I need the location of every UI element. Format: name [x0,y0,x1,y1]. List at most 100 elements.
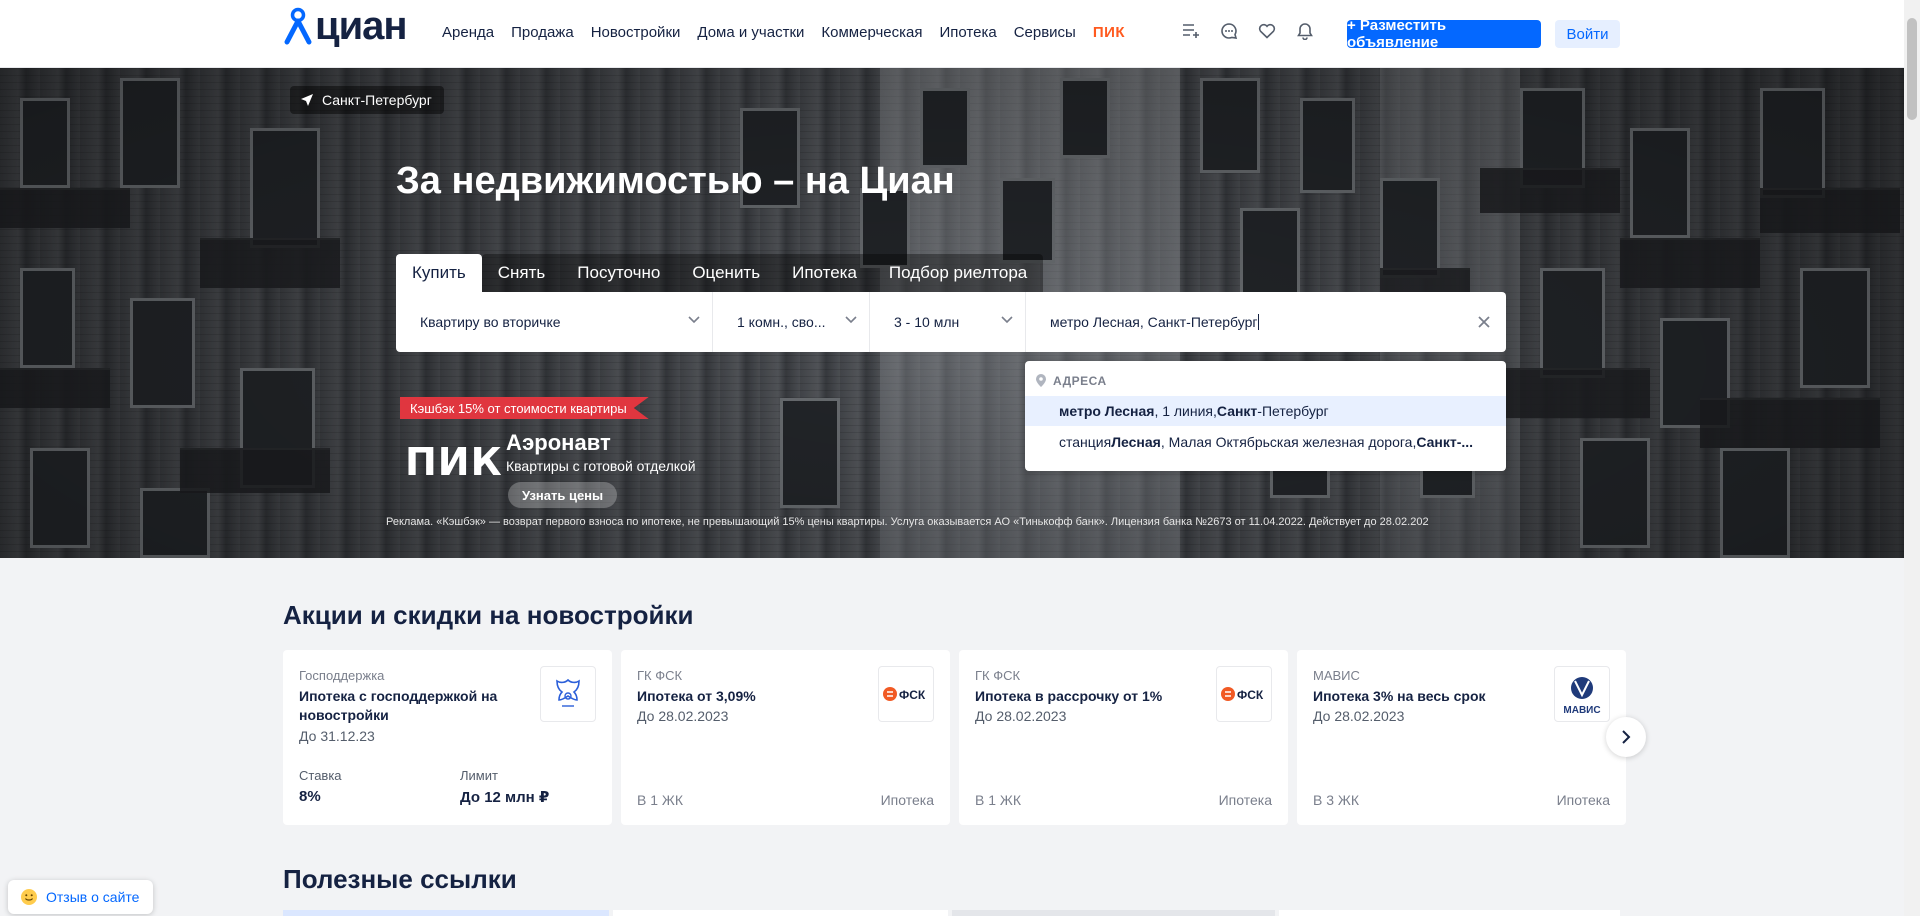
logo-person-icon [283,6,313,46]
svg-text:ФСК: ФСК [899,688,926,702]
post-ad-button[interactable]: + Разместить объявление [1347,17,1541,51]
carousel-next-button[interactable] [1606,717,1646,757]
scrollbar-thumb[interactable] [1907,18,1917,120]
suggestion-item[interactable]: метро Лесная, 1 линия, Санкт -Петербург [1025,396,1506,426]
chevron-down-icon [1001,316,1013,324]
card-name: Ипотека в рассрочку от 1% [975,688,1163,704]
nav-servisy[interactable]: Сервисы [1014,24,1076,41]
site-header: циан Аренда Продажа Новостройки Дома и у… [0,0,1904,68]
chevron-down-icon [845,316,857,324]
card-date: До 28.02.2023 [1313,708,1405,724]
promo-card[interactable]: МАВИС Ипотека 3% на весь срок До 28.02.2… [1297,650,1626,825]
link-card[interactable] [1279,910,1620,916]
tab-otsenit[interactable]: Оценить [676,254,777,292]
fsk-logo: ФСК [878,666,934,722]
cashback-ribbon[interactable]: Кэшбэк 15% от стоимости квартиры [400,397,649,419]
location-input[interactable]: метро Лесная, Санкт-Петербург [1026,292,1506,352]
suggestion-text: , 1 линия, [1154,403,1217,419]
suggestion-match: Санкт-... [1416,434,1474,450]
link-card[interactable] [613,910,948,916]
link-card[interactable] [952,910,1275,916]
fsk-logo: ФСК [1216,666,1272,722]
card-footer-right: Ипотека [1556,792,1610,808]
rate-value: 8% [299,788,321,805]
chat-icon[interactable] [1218,20,1240,42]
useful-links-title: Полезные ссылки [283,864,517,894]
nav-novostroyki[interactable]: Новостройки [591,24,681,41]
chevron-right-icon [1622,730,1631,744]
card-footer-right: Ипотека [1218,792,1272,808]
promo-legal-text: Реклама. «Кэшбэк» — возврат первого взно… [386,516,1429,528]
tab-snyat[interactable]: Снять [481,254,562,292]
nav-pik[interactable]: ПИК [1093,24,1125,41]
smile-icon [21,889,37,905]
map-pin-icon [1036,374,1046,387]
link-card[interactable] [283,910,609,916]
card-footer-left: В 1 ЖК [975,792,1021,808]
svg-text:ФСК: ФСК [1237,688,1264,702]
nav-kommercheskaya[interactable]: Коммерческая [821,24,922,41]
login-button[interactable]: Войти [1555,20,1620,48]
site-feedback-button[interactable]: Отзыв о сайте [8,880,154,914]
promo-card[interactable]: Господдержка Ипотека с господдержкой на … [283,650,612,825]
card-name: Ипотека от 3,09% [637,688,756,704]
card-category: Господдержка [299,668,385,683]
tab-podbor-rieltora[interactable]: Подбор риелтора [872,254,1044,292]
suggestion-text: -Петербург [1257,403,1329,419]
hero-banner: Санкт-Петербург За недвижимостью – на Ци… [0,68,1904,558]
logo-text: циан [315,4,408,48]
main-nav: Аренда Продажа Новостройки Дома и участк… [442,24,1142,41]
card-category: ГК ФСК [637,668,683,683]
price-value: 3 - 10 млн [894,314,960,330]
compare-list-icon[interactable] [1180,20,1202,42]
nav-doma[interactable]: Дома и участки [697,24,804,41]
location-value: метро Лесная, Санкт-Петербург [1050,314,1258,330]
suggestion-match: Санкт [1216,403,1258,419]
text-caret [1258,314,1260,330]
city-selector[interactable]: Санкт-Петербург [290,86,444,114]
header-icons [1180,20,1316,42]
suggestion-text: станция [1059,434,1112,450]
chevron-down-icon [688,316,700,324]
promotions-title: Акции и скидки на новостройки [283,600,694,630]
property-type-value: Квартиру во вторичке [420,314,561,330]
pik-promo-logo[interactable]: ПИК [405,440,503,484]
svg-text:МАВИС: МАВИС [1563,705,1600,716]
card-name: Ипотека с господдержкой на новостройки [299,688,498,723]
rooms-select[interactable]: 1 комн., сво... [713,292,870,352]
suggestions-header: АДРЕСА [1035,373,1107,388]
promo-prices-button[interactable]: Узнать цены [508,482,618,508]
promo-subtitle: Квартиры с готовой отделкой [506,458,696,474]
nav-prodazha[interactable]: Продажа [511,24,574,41]
tab-posutochno[interactable]: Посуточно [561,254,677,292]
card-category: МАВИС [1313,668,1360,683]
suggestion-text: , Малая Октябрьская железная дорога, [1160,434,1417,450]
hero-title: За недвижимостью – на Циан [396,160,955,202]
nav-arenda[interactable]: Аренда [442,24,494,41]
promo-card[interactable]: ГК ФСК Ипотека от 3,09% До 28.02.2023 ФС… [621,650,950,825]
suggestion-match: Лесная [1111,434,1161,450]
close-icon[interactable] [1474,312,1494,332]
cian-logo[interactable]: циан [283,4,408,48]
feedback-label: Отзыв о сайте [46,889,140,905]
bell-icon[interactable] [1294,20,1316,42]
price-select[interactable]: 3 - 10 млн [870,292,1026,352]
page-scrollbar[interactable] [1904,0,1920,916]
location-arrow-icon [301,94,313,106]
promotions-carousel: Господдержка Ипотека с господдержкой на … [283,650,1626,825]
nav-ipoteka[interactable]: Ипотека [939,24,996,41]
address-suggestions: АДРЕСА метро Лесная, 1 линия, Санкт -Пете… [1025,361,1506,471]
property-type-select[interactable]: Квартиру во вторичке [396,292,713,352]
promo-card[interactable]: ГК ФСК Ипотека в рассрочку от 1% До 28.0… [959,650,1288,825]
promo-title[interactable]: Аэронавт [506,430,611,456]
useful-links-row [283,910,1620,916]
rooms-value: 1 комн., сво... [737,314,826,330]
card-footer-left: В 1 ЖК [637,792,683,808]
tab-kupit[interactable]: Купить [396,254,482,292]
suggestion-match: метро Лесная [1059,403,1155,419]
suggestion-item[interactable]: станция Лесная, Малая Октябрьская железн… [1025,427,1506,457]
heart-icon[interactable] [1256,20,1278,42]
card-date: До 28.02.2023 [637,708,729,724]
limit-label: Лимит [460,768,498,783]
tab-ipoteka[interactable]: Ипотека [776,254,873,292]
